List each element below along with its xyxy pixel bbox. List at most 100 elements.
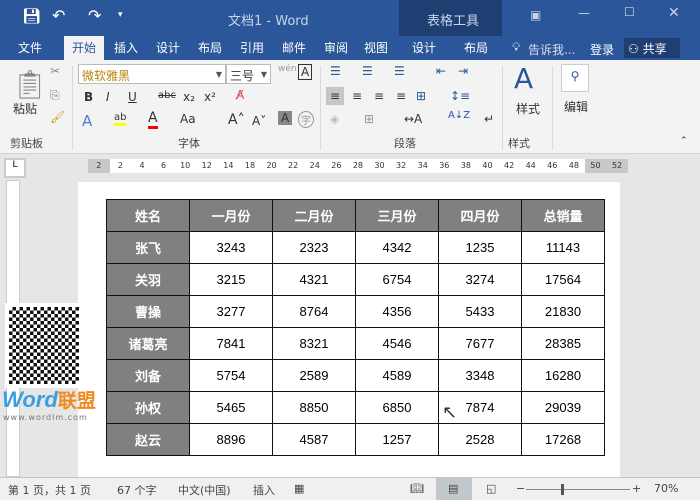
shading-icon[interactable]: ◈ [330,112,339,126]
value-cell[interactable]: 5433 [438,295,522,328]
copy-icon[interactable]: ⎘ [50,88,60,103]
header-cell[interactable]: 总销量 [521,199,605,232]
zoom-slider[interactable] [526,489,630,490]
header-cell[interactable]: 一月份 [189,199,273,232]
name-cell[interactable]: 孙权 [106,391,190,424]
subscript-button[interactable]: x₂ [183,90,195,104]
asian-layout-icon[interactable]: ↔A [404,112,422,126]
paste-button[interactable]: 粘贴 [13,100,37,117]
value-cell[interactable]: 3215 [189,263,273,296]
header-cell[interactable]: 四月份 [438,199,522,232]
collapse-ribbon-icon[interactable]: ⌃ [680,136,688,146]
value-cell[interactable]: 5754 [189,359,273,392]
value-cell[interactable]: 6850 [355,391,439,424]
value-cell[interactable]: 4356 [355,295,439,328]
name-cell[interactable]: 诸葛亮 [106,327,190,360]
maximize-button[interactable]: ☐ [624,5,635,19]
tab-table-layout[interactable]: 布局 [458,36,494,60]
minimize-button[interactable]: — [578,6,590,20]
increase-indent-icon[interactable]: ⇥ [458,64,468,78]
font-size-select[interactable]: 三号 ▼ [226,64,271,84]
value-cell[interactable]: 8850 [272,391,356,424]
value-cell[interactable]: 28385 [521,327,605,360]
header-cell[interactable]: 二月份 [272,199,356,232]
highlight-icon[interactable]: ab [114,112,127,126]
format-painter-icon[interactable]: 🖌︎ [50,110,65,124]
value-cell[interactable]: 4546 [355,327,439,360]
line-spacing-icon[interactable]: ↕≡ [450,89,470,103]
bold-button[interactable]: B [84,90,93,104]
value-cell[interactable]: 8321 [272,327,356,360]
tell-me-input[interactable]: 告诉我... [528,41,575,58]
zoom-slider-thumb[interactable] [560,484,564,495]
page-count[interactable]: 第 1 页，共 1 页 [8,482,91,498]
clear-format-icon[interactable]: A̸ [236,88,244,102]
align-center-icon[interactable]: ≡ [352,89,362,103]
paste-icon[interactable]: 📋︎ [12,68,48,101]
editing-button[interactable]: 编辑 [564,98,588,115]
zoom-level[interactable]: 70% [654,482,678,495]
macro-icon[interactable]: ▦ [294,482,304,495]
tab-review[interactable]: 审阅 [318,36,354,60]
value-cell[interactable]: 2528 [438,423,522,456]
char-shading-icon[interactable]: A [278,111,293,125]
name-cell[interactable]: 刘备 [106,359,190,392]
close-button[interactable]: ✕ [668,5,680,21]
value-cell[interactable]: 3243 [189,231,273,264]
share-button[interactable]: ⚇ 共享 [624,38,680,58]
value-cell[interactable]: 4321 [272,263,356,296]
tab-home[interactable]: 开始 [64,36,104,60]
enclose-char-icon[interactable]: 字 [298,111,314,128]
strikethrough-button[interactable]: abc [158,90,176,101]
value-cell[interactable]: 6754 [355,263,439,296]
customize-chevron-down-icon[interactable]: ▾ [118,10,123,20]
tab-references[interactable]: 引用 [234,36,270,60]
word-count[interactable]: 67 个字 [117,482,157,498]
print-layout-button[interactable]: ▤ [436,478,472,500]
value-cell[interactable]: 17268 [521,423,605,456]
value-cell[interactable]: 7677 [438,327,522,360]
header-cell[interactable]: 三月份 [355,199,439,232]
justify-icon[interactable]: ≡ [396,89,406,103]
search-icon[interactable]: ⚲ [561,64,589,92]
multilevel-list-icon[interactable]: ☰ [394,64,405,78]
tab-table-design[interactable]: 设计 [406,36,442,60]
numbering-icon[interactable]: ☰ [362,64,373,78]
value-cell[interactable]: 1235 [438,231,522,264]
name-cell[interactable]: 曹操 [106,295,190,328]
font-name-select[interactable]: 微软雅黑 ▼ [78,64,226,84]
tab-view[interactable]: 视图 [358,36,394,60]
tab-design[interactable]: 设计 [150,36,186,60]
align-right-icon[interactable]: ≡ [374,89,384,103]
value-cell[interactable]: 4587 [272,423,356,456]
font-color-icon[interactable]: A [148,110,158,129]
char-border-icon[interactable]: A [298,64,313,80]
value-cell[interactable]: 2323 [272,231,356,264]
value-cell[interactable]: 11143 [521,231,605,264]
shrink-font-icon[interactable]: A˅ [252,114,266,128]
value-cell[interactable]: 21830 [521,295,605,328]
value-cell[interactable]: 3274 [438,263,522,296]
save-icon[interactable]: 💾︎ [22,7,41,25]
styles-icon[interactable]: A [514,62,533,95]
change-case-icon[interactable]: Aa [180,112,196,126]
redo-icon[interactable]: ↷ [88,6,101,25]
name-cell[interactable]: 张飞 [106,231,190,264]
undo-icon[interactable]: ↶ [52,6,65,25]
tab-selector[interactable]: L [4,158,26,178]
sales-table[interactable]: 姓名 一月份 二月份 三月份 四月份 总销量张飞 3243 2323 4342 1235 11143… [106,199,605,456]
value-cell[interactable]: 8764 [272,295,356,328]
header-cell[interactable]: 姓名 [106,199,190,232]
zoom-in-button[interactable]: + [632,482,641,495]
tab-layout[interactable]: 布局 [192,36,228,60]
value-cell[interactable]: 4342 [355,231,439,264]
grow-font-icon[interactable]: A˄ [228,112,245,128]
underline-button[interactable]: U [128,90,137,104]
borders-icon[interactable]: ⊞ [364,112,374,126]
language[interactable]: 中文(中国) [178,482,231,498]
align-left-icon[interactable]: ≡ [326,87,345,105]
tab-file[interactable]: 文件 [8,36,52,60]
login-link[interactable]: 登录 [590,41,614,58]
value-cell[interactable]: 29039 [521,391,605,424]
value-cell[interactable]: 1257 [355,423,439,456]
